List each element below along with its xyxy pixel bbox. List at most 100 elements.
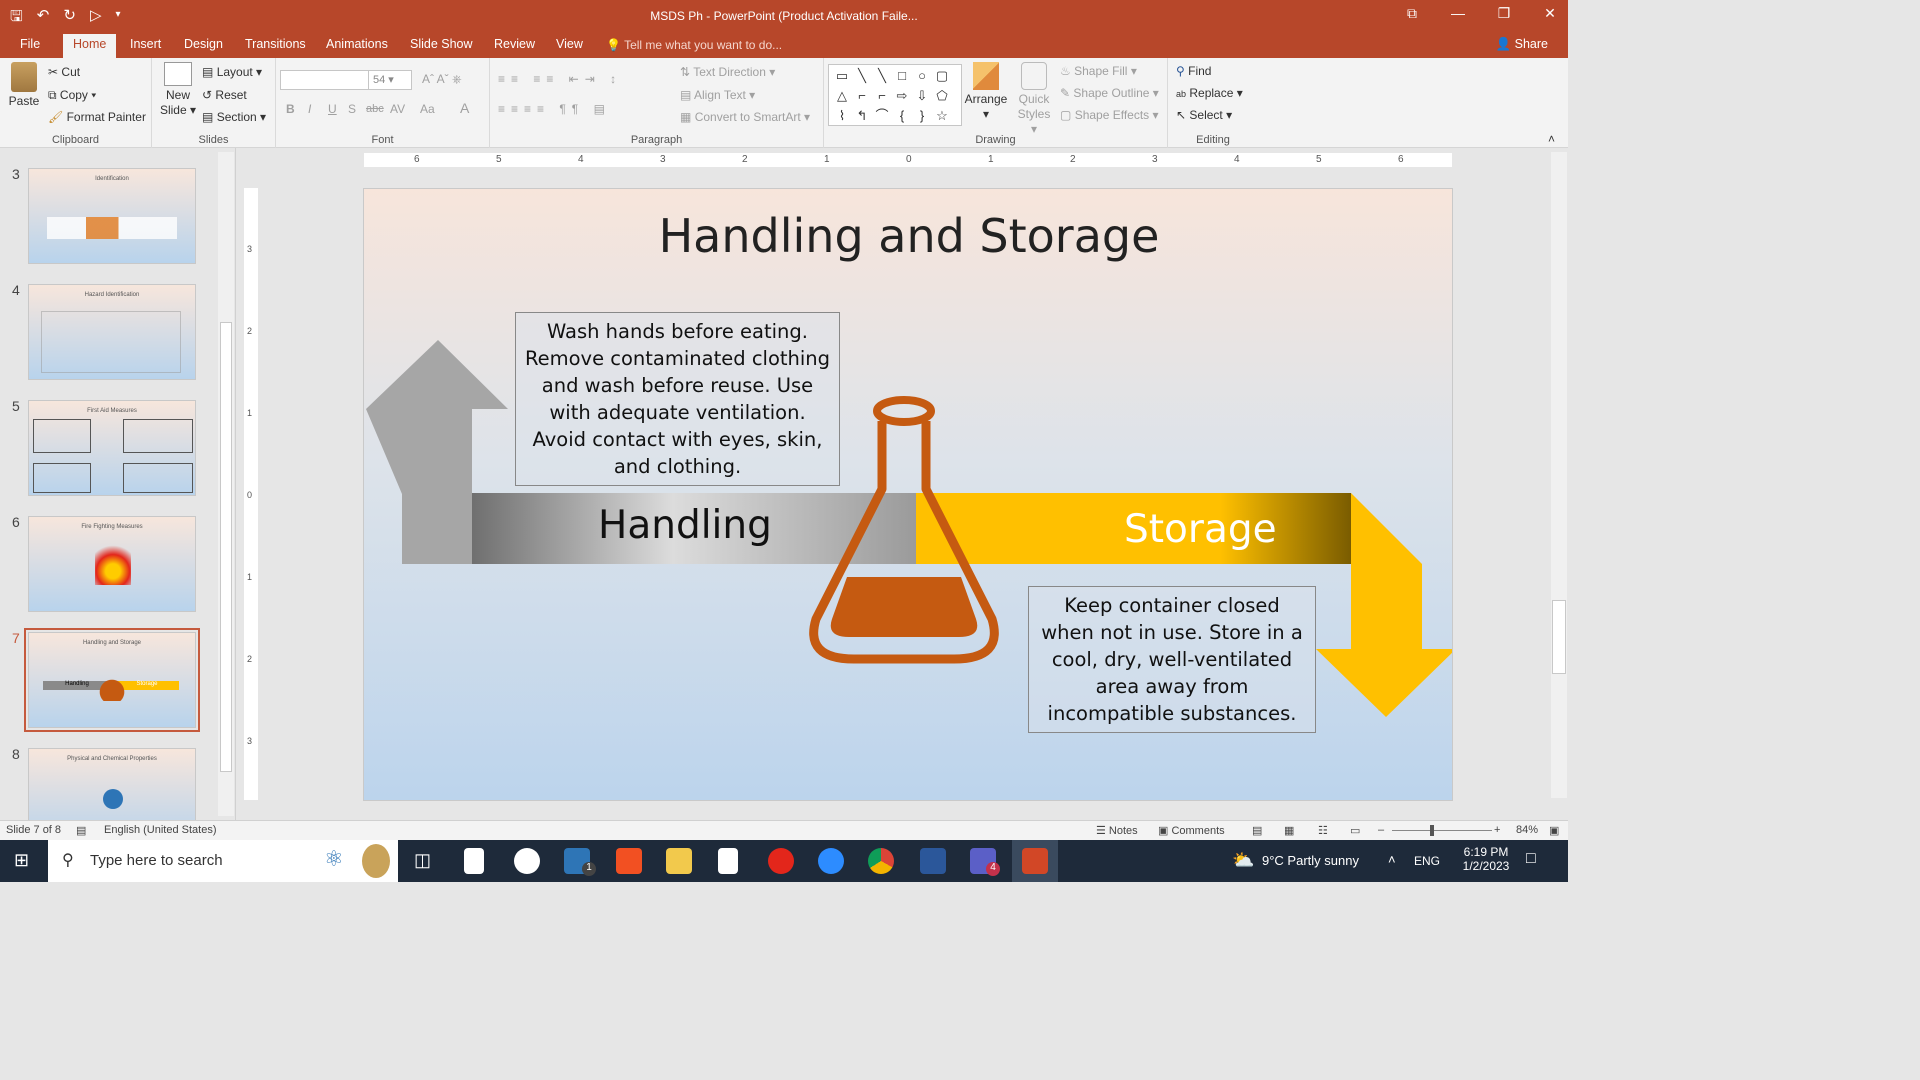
- section-button[interactable]: ▤ Section ▾: [202, 110, 266, 124]
- shape-gallery-item[interactable]: }: [912, 106, 932, 126]
- shadow-button[interactable]: S: [348, 102, 356, 116]
- clock[interactable]: 6:19 PM 1/2/2023: [1456, 845, 1516, 873]
- font-color-button[interactable]: A: [460, 100, 469, 116]
- shape-gallery-item[interactable]: ▢: [932, 66, 952, 86]
- notifications-icon[interactable]: □: [1526, 850, 1536, 868]
- shape-gallery-item[interactable]: ⌒: [872, 106, 892, 126]
- shape-gallery-item[interactable]: ⇨: [892, 86, 912, 106]
- shape-gallery-item[interactable]: {: [892, 106, 912, 126]
- comments-button[interactable]: ▣ Comments: [1158, 824, 1225, 837]
- storage-textbox[interactable]: Keep container closed when not in use. S…: [1028, 586, 1316, 733]
- tab-slide-show[interactable]: Slide Show: [410, 37, 473, 51]
- spelling-icon[interactable]: ▤: [76, 824, 86, 837]
- powerpoint-taskbar-active[interactable]: [1012, 840, 1058, 882]
- zoom-slider-thumb[interactable]: [1430, 825, 1434, 836]
- slideshow-icon[interactable]: ▭: [1350, 824, 1360, 837]
- shape-gallery-item[interactable]: ☆: [932, 106, 952, 126]
- paste-button[interactable]: Paste: [6, 62, 42, 109]
- notepad-icon[interactable]: [718, 848, 738, 874]
- windows-start-icon[interactable]: ⊞: [14, 850, 29, 871]
- normal-view-icon[interactable]: ▤: [1252, 824, 1262, 837]
- shape-outline-button[interactable]: ✎ Shape Outline ▾: [1060, 86, 1159, 100]
- shape-gallery-item[interactable]: ╲: [852, 66, 872, 86]
- select-button[interactable]: ↖ Select ▾: [1176, 108, 1232, 122]
- fit-slide-icon[interactable]: ▣: [1549, 824, 1559, 837]
- tab-design[interactable]: Design: [184, 37, 223, 51]
- list-buttons[interactable]: ≡≡ ≡≡ ⇤⇥ ↕: [498, 72, 622, 86]
- smartart-button[interactable]: ▦ Convert to SmartArt ▾: [680, 110, 810, 124]
- word-icon[interactable]: [920, 848, 946, 874]
- italic-button[interactable]: I: [308, 102, 311, 116]
- text-direction-button[interactable]: ⇅ Text Direction ▾: [680, 65, 775, 79]
- shape-gallery-item[interactable]: □: [892, 66, 912, 86]
- shape-gallery-item[interactable]: ⌐: [852, 86, 872, 106]
- shape-fill-button[interactable]: ♨ Shape Fill ▾: [1060, 64, 1137, 78]
- shapes-gallery[interactable]: ▭ ╲ ╲ □ ○ ▢ △ ⌐ ⌐ ⇨ ⇩ ⬠ ⌇ ↰ ⌒{} ☆: [828, 64, 962, 126]
- thumbnail-scrollbar[interactable]: [218, 152, 234, 816]
- notes-button[interactable]: ☰ Notes: [1096, 824, 1138, 837]
- language-indicator[interactable]: English (United States): [104, 824, 217, 836]
- storage-label[interactable]: Storage: [1124, 507, 1277, 552]
- zoom-in-icon[interactable]: +: [1494, 824, 1500, 836]
- tab-home[interactable]: Home: [63, 34, 117, 58]
- zoom-slider[interactable]: [1392, 830, 1492, 831]
- shape-gallery-item[interactable]: ⬠: [932, 86, 952, 106]
- task-view-icon[interactable]: ◫: [414, 850, 431, 871]
- weather-text[interactable]: 9°C Partly sunny: [1262, 853, 1359, 868]
- chrome-icon[interactable]: [868, 848, 894, 874]
- language-tray[interactable]: ENG: [1414, 854, 1440, 868]
- collapse-ribbon-icon[interactable]: ˄: [1548, 132, 1555, 146]
- shape-gallery-item[interactable]: ⇩: [912, 86, 932, 106]
- format-painter-button[interactable]: 🖌 Format Painter: [48, 110, 146, 124]
- slide-thumbnail-3[interactable]: Identification: [28, 168, 196, 264]
- tab-insert[interactable]: Insert: [130, 37, 161, 51]
- slide-thumbnail-4[interactable]: Hazard Identification: [28, 284, 196, 380]
- slide-thumbnail-6[interactable]: Fire Fighting Measures: [28, 516, 196, 612]
- tab-file[interactable]: File: [20, 37, 40, 51]
- google-icon[interactable]: [514, 848, 540, 874]
- handling-label[interactable]: Handling: [598, 503, 772, 548]
- grow-font-icon[interactable]: Aˆ Aˇ ​⎈: [422, 72, 462, 87]
- maximize-icon[interactable]: ❐: [1496, 5, 1512, 22]
- scrollbar-thumb[interactable]: [1552, 600, 1566, 674]
- tab-view[interactable]: View: [556, 37, 583, 51]
- opera-icon[interactable]: [768, 848, 794, 874]
- shape-gallery-item[interactable]: ⌐: [872, 86, 892, 106]
- shape-gallery-item[interactable]: ↰: [852, 106, 872, 126]
- reading-view-icon[interactable]: ☷: [1318, 824, 1328, 837]
- align-buttons[interactable]: ≡≡≡≡ ¶¶ ▤: [498, 102, 611, 116]
- file-icon[interactable]: [464, 848, 484, 874]
- slide-canvas[interactable]: Handling and Storage Wash hands before e…: [363, 188, 1453, 801]
- shape-effects-button[interactable]: ▢ Shape Effects ▾: [1060, 108, 1159, 122]
- slide-thumbnail-5[interactable]: First Aid Measures: [28, 400, 196, 496]
- shape-gallery-item[interactable]: ⌇: [832, 106, 852, 126]
- zoom-out-icon[interactable]: –: [1378, 824, 1384, 836]
- taskbar-search[interactable]: ⚲ Type here to search ⚛: [48, 840, 398, 882]
- close-icon[interactable]: ✕: [1542, 5, 1558, 22]
- shape-gallery-item[interactable]: ○: [912, 66, 932, 86]
- underline-button[interactable]: U: [328, 102, 337, 116]
- restore-icon[interactable]: ⧉: [1404, 5, 1420, 22]
- file-explorer-icon[interactable]: [666, 848, 692, 874]
- find-button[interactable]: ⚲ Find: [1176, 64, 1211, 78]
- share-button[interactable]: 👤 Share: [1496, 37, 1548, 52]
- cut-button[interactable]: ✂ Cut: [48, 65, 80, 79]
- font-size-combo[interactable]: 54 ▾: [368, 70, 412, 90]
- slide-sorter-icon[interactable]: ▦: [1284, 824, 1294, 837]
- shape-gallery-item[interactable]: ╲: [872, 66, 892, 86]
- scrollbar-thumb[interactable]: [220, 322, 232, 772]
- store-icon[interactable]: [616, 848, 642, 874]
- shape-gallery-item[interactable]: ▭: [832, 66, 852, 86]
- arrange-button[interactable]: Arrange ▾: [964, 62, 1008, 122]
- slide-thumbnail-8[interactable]: Physical and Chemical Properties: [28, 748, 196, 820]
- align-text-button[interactable]: ▤ Align Text ▾: [680, 88, 755, 102]
- tab-animations[interactable]: Animations: [326, 37, 388, 51]
- new-slide-button[interactable]: New Slide ▾: [158, 62, 198, 118]
- font-name-combo[interactable]: [280, 70, 372, 90]
- tab-transitions[interactable]: Transitions: [245, 37, 306, 51]
- tab-review[interactable]: Review: [494, 37, 535, 51]
- tell-me-search[interactable]: 💡 Tell me what you want to do...: [606, 38, 782, 52]
- quick-styles-button[interactable]: Quick Styles ▾: [1014, 62, 1054, 137]
- zoom-level[interactable]: 84%: [1516, 824, 1538, 836]
- reset-button[interactable]: ↺ Reset: [202, 88, 247, 102]
